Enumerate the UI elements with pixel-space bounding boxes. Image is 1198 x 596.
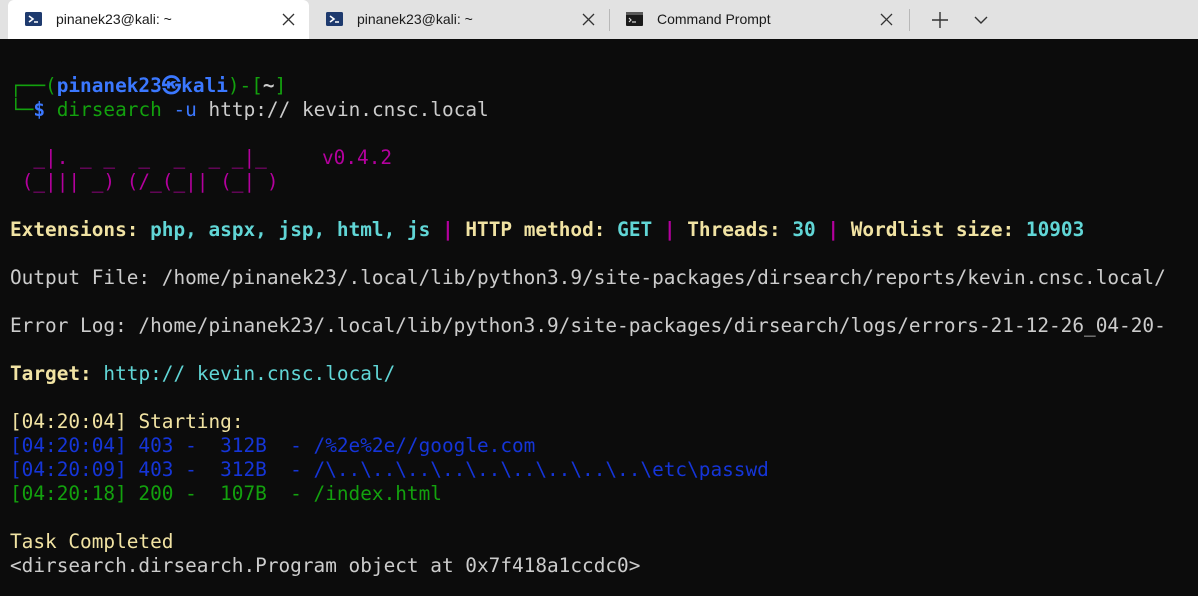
banner-line-2: (_||| _) (/_(_|| (_| ) (10, 170, 279, 193)
close-icon[interactable] (281, 12, 296, 27)
tab-command-prompt[interactable]: Command Prompt (609, 0, 909, 39)
result-row: [04:20:18] 200 - 107B - /index.html (10, 482, 442, 505)
task-completed: Task Completed (10, 530, 174, 553)
close-icon[interactable] (879, 12, 894, 27)
powershell-icon (326, 12, 343, 26)
starting-line: [04:20:04] Starting: (10, 410, 244, 433)
tab-bar: pinanek23@kali: ~ pinanek23@kali: ~ Comm… (0, 0, 1198, 39)
prompt-header: ┌──(pinanek23㉿kali)-[~] (10, 74, 287, 97)
result-row: [04:20:09] 403 - 312B - /\..\..\..\..\..… (10, 458, 769, 481)
config-line: Extensions: php, aspx, jsp, html, js | H… (10, 218, 1085, 241)
result-row: [04:20:04] 403 - 312B - /%2e%2e//google.… (10, 434, 536, 457)
terminal-output[interactable]: ┌──(pinanek23㉿kali)-[~] └─$ dirsearch -u… (0, 39, 1198, 596)
output-file-line: Output File: /home/pinanek23/.local/lib/… (10, 266, 1166, 289)
powershell-icon (25, 12, 42, 26)
new-tab-icon[interactable] (927, 8, 953, 32)
target-line: Target: http:// kevin.cnsc.local/ (10, 362, 396, 385)
object-repr-line: <dirsearch.dirsearch.Program object at 0… (10, 554, 641, 577)
tab-kali-1[interactable]: pinanek23@kali: ~ (8, 0, 309, 39)
version-label: v0.4.2 (322, 146, 393, 169)
error-log-line: Error Log: /home/pinanek23/.local/lib/py… (10, 314, 1166, 337)
cmd-icon (626, 12, 643, 26)
tab-kali-2[interactable]: pinanek23@kali: ~ (309, 0, 609, 39)
close-icon[interactable] (581, 12, 596, 27)
tab-title: Command Prompt (657, 11, 771, 27)
banner-line-1: _|. _ _ _ _ _ _|_ (10, 146, 267, 169)
tab-title: pinanek23@kali: ~ (357, 11, 473, 27)
tab-divider (909, 9, 910, 31)
chevron-down-icon[interactable] (968, 8, 994, 32)
command-line: └─$ dirsearch -u http:// kevin.cnsc.loca… (10, 98, 489, 121)
tab-title: pinanek23@kali: ~ (56, 11, 172, 27)
